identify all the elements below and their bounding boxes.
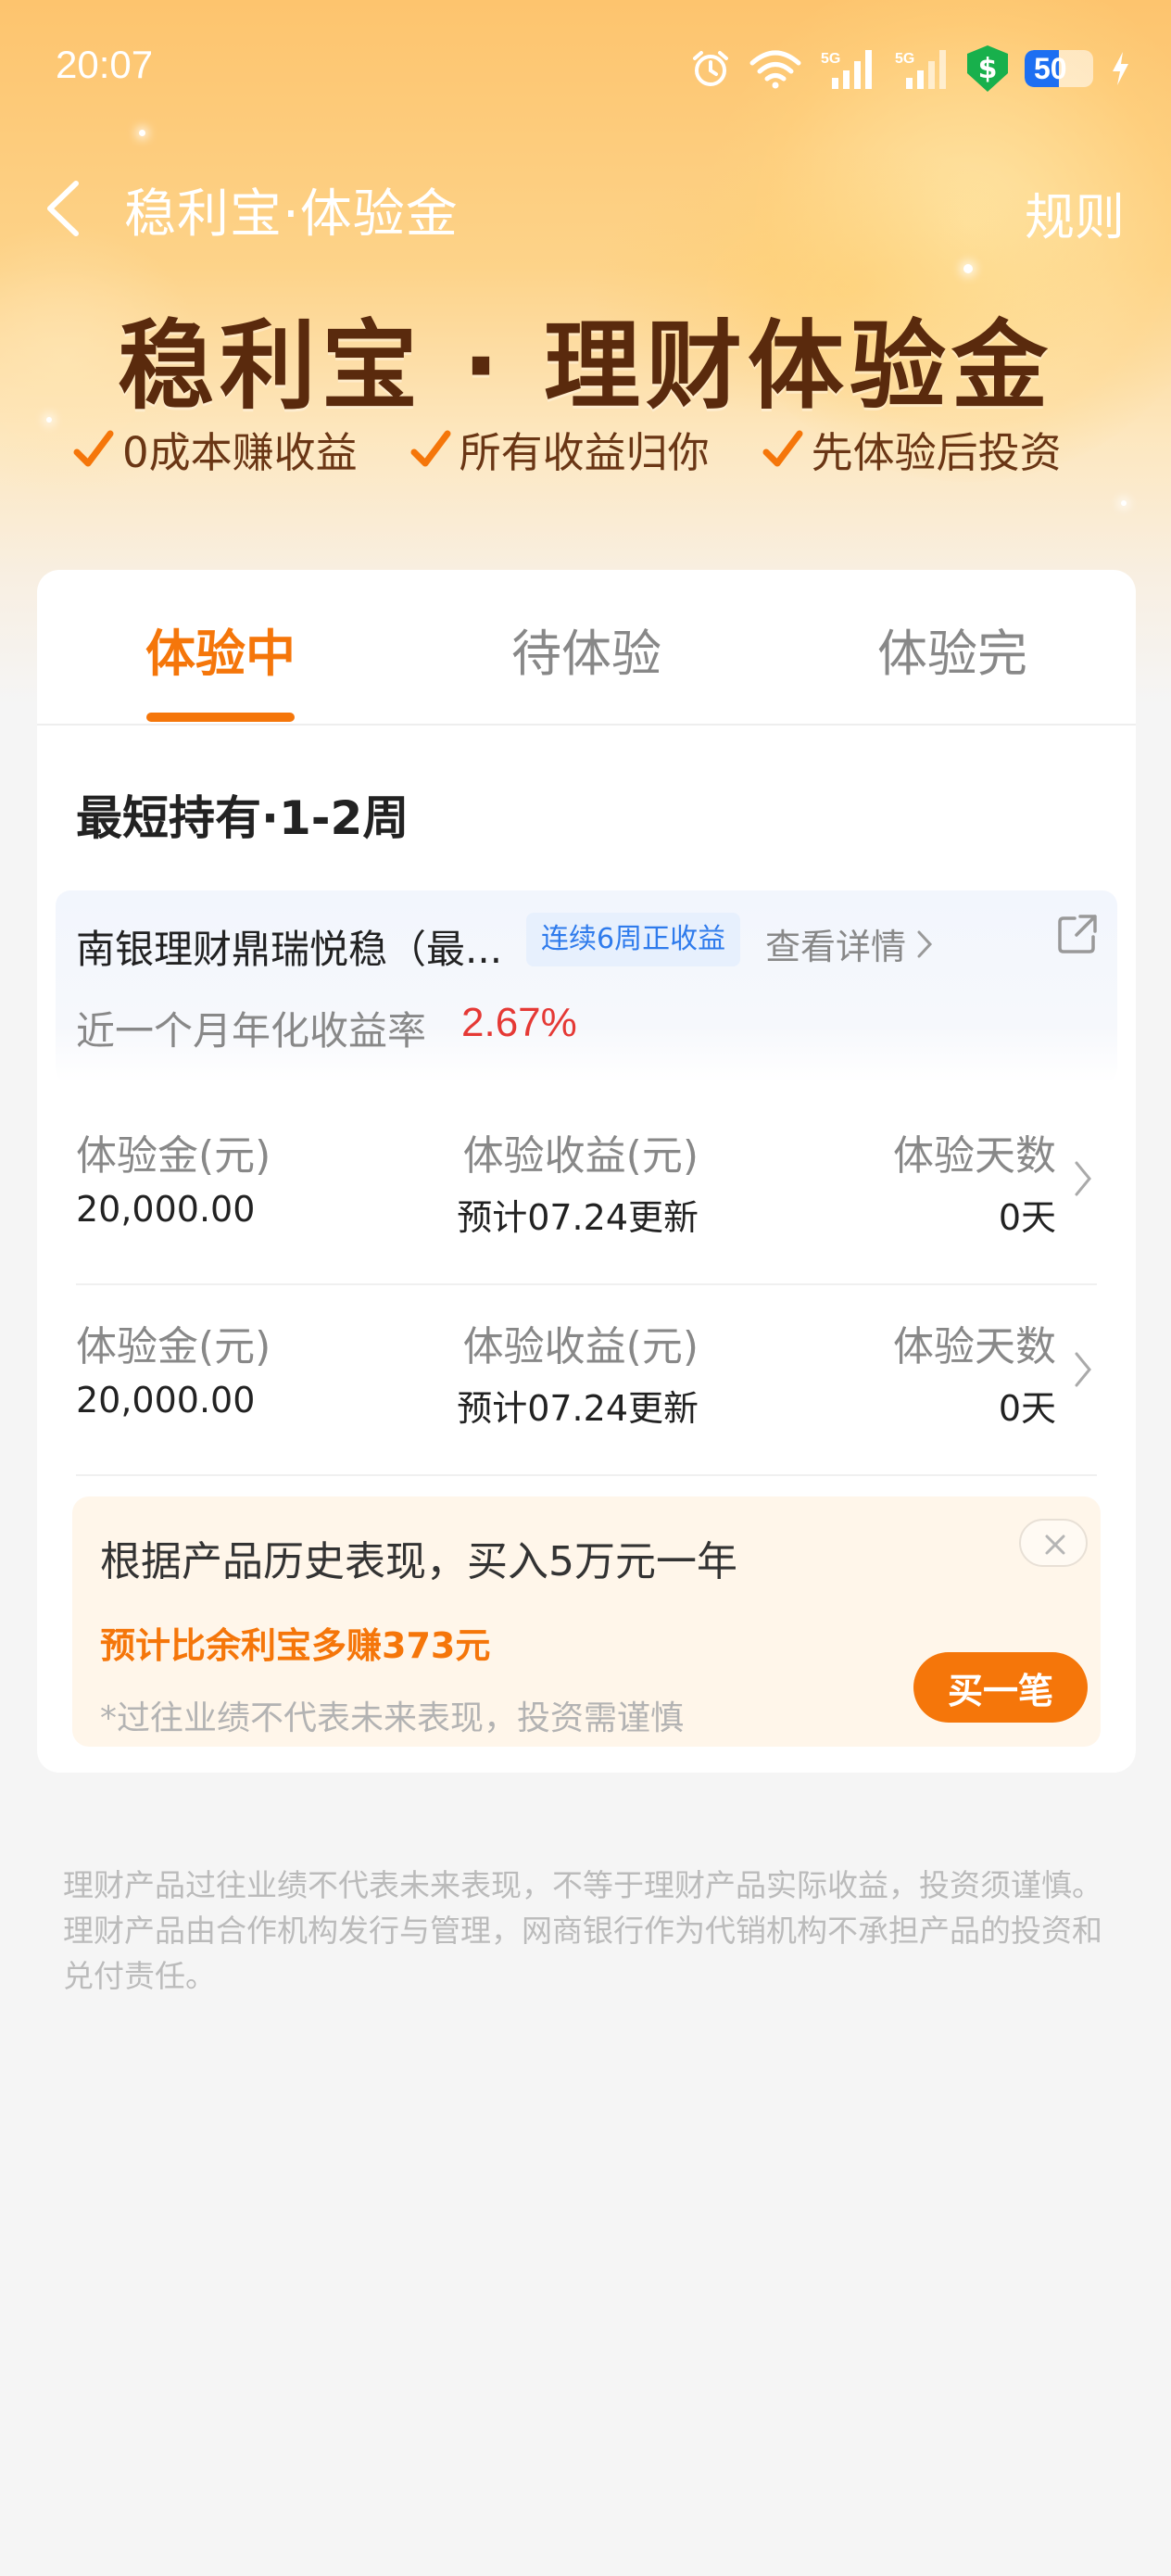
experience-card: 体验中 待体验 体验完 最短持有·1-2周 南银理财鼎瑞悦稳（最... 连续6周… xyxy=(37,570,1136,1773)
amount-value: 20,000.00 xyxy=(76,1380,256,1421)
charging-icon xyxy=(1110,50,1130,87)
promo-banner: 根据产品历史表现，买入5万元一年 预计比余利宝多赚373元 *过往业绩不代表未来… xyxy=(72,1496,1101,1747)
experience-row[interactable]: 体验金(元) 20,000.00 体验收益(元) 预计07.24更新 体验天数 … xyxy=(76,1100,1097,1285)
feature-list: 0成本赚收益 所有收益归你 先体验后投资 xyxy=(72,419,1062,479)
days-value: 0天 xyxy=(998,1388,1056,1429)
promo-title: 根据产品历史表现，买入5万元一年 xyxy=(100,1538,737,1585)
income-value: 预计07.24更新 xyxy=(457,1197,699,1238)
tab-in-progress[interactable]: 体验中 xyxy=(82,612,359,686)
status-icons: 5G 5G $ 50 xyxy=(689,44,1130,93)
feature-item: 0成本赚收益 xyxy=(72,419,358,479)
alarm-icon xyxy=(689,47,732,90)
status-time: 20:07 xyxy=(56,43,154,86)
signal-5g-icon: 5G xyxy=(893,46,951,91)
share-icon[interactable] xyxy=(1056,913,1099,955)
amount-label: 体验金(元) xyxy=(76,1323,271,1370)
buy-button[interactable]: 买一笔 xyxy=(913,1652,1088,1723)
signal-5g-label: 5G xyxy=(895,51,914,67)
days-label: 体验天数 xyxy=(893,1323,1056,1370)
close-button[interactable] xyxy=(1019,1519,1088,1567)
active-tab-indicator xyxy=(146,713,295,722)
experience-row[interactable]: 体验金(元) 20,000.00 体验收益(元) 预计07.24更新 体验天数 … xyxy=(76,1291,1097,1476)
signal-5g-icon: 5G xyxy=(819,46,876,91)
days-label: 体验天数 xyxy=(893,1132,1056,1180)
tab-bar: 体验中 待体验 体验完 xyxy=(37,570,1136,726)
income-label: 体验收益(元) xyxy=(462,1323,699,1370)
product-info[interactable]: 南银理财鼎瑞悦稳（最... 连续6周正收益 查看详情 近一个月年化收益率 2.6… xyxy=(56,890,1117,1083)
battery-level: 50 xyxy=(1034,51,1067,85)
chevron-left-icon xyxy=(47,181,79,236)
sparkle-icon xyxy=(1121,500,1127,506)
check-icon xyxy=(73,430,114,466)
feature-item: 所有收益归你 xyxy=(409,419,710,479)
rate-value: 2.67% xyxy=(461,1000,577,1045)
feature-label: 0成本赚收益 xyxy=(122,428,358,477)
chevron-right-icon xyxy=(917,930,933,957)
section-title: 最短持有·1-2周 xyxy=(76,791,409,845)
promo-highlight: 预计比余利宝多赚373元 xyxy=(100,1625,491,1666)
chevron-right-icon xyxy=(1075,1352,1091,1387)
page-title: 稳利宝·体验金 xyxy=(124,184,459,245)
wifi-icon xyxy=(749,48,802,89)
security-shield-icon: $ xyxy=(967,45,1008,92)
tab-pending[interactable]: 待体验 xyxy=(447,612,725,686)
income-label: 体验收益(元) xyxy=(462,1132,699,1180)
chevron-right-icon xyxy=(1075,1161,1091,1196)
disclaimer: 理财产品过往业绩不代表未来表现，不等于理财产品实际收益，投资须谨慎。理财产品由合… xyxy=(63,1867,1102,1994)
product-name[interactable]: 南银理财鼎瑞悦稳（最... xyxy=(76,918,502,975)
rate-label: 近一个月年化收益率 xyxy=(76,1008,427,1054)
rules-link[interactable]: 规则 xyxy=(1025,176,1125,249)
feature-label: 所有收益归你 xyxy=(459,428,710,477)
days-value: 0天 xyxy=(998,1197,1056,1238)
product-tag: 连续6周正收益 xyxy=(526,913,741,966)
feature-item: 先体验后投资 xyxy=(762,419,1062,479)
feature-label: 先体验后投资 xyxy=(811,428,1062,477)
hero-title: 稳利宝 · 理财体验金 xyxy=(118,309,1053,423)
close-icon xyxy=(1045,1534,1065,1555)
battery-icon: 50 xyxy=(1025,50,1093,87)
check-icon xyxy=(762,430,803,466)
view-details-link[interactable]: 查看详情 xyxy=(765,918,934,969)
back-button[interactable] xyxy=(37,176,93,241)
status-bar: 20:07 5G 5G $ 50 xyxy=(0,0,1171,139)
amount-label: 体验金(元) xyxy=(76,1132,271,1180)
promo-note: *过往业绩不代表未来表现，投资需谨慎 xyxy=(100,1699,685,1737)
signal-5g-label: 5G xyxy=(821,51,840,67)
view-details-label: 查看详情 xyxy=(765,927,907,967)
tab-completed[interactable]: 体验完 xyxy=(813,612,1091,686)
amount-value: 20,000.00 xyxy=(76,1189,256,1230)
sparkle-icon xyxy=(963,264,973,273)
check-icon xyxy=(410,430,451,466)
income-value: 预计07.24更新 xyxy=(457,1388,699,1429)
